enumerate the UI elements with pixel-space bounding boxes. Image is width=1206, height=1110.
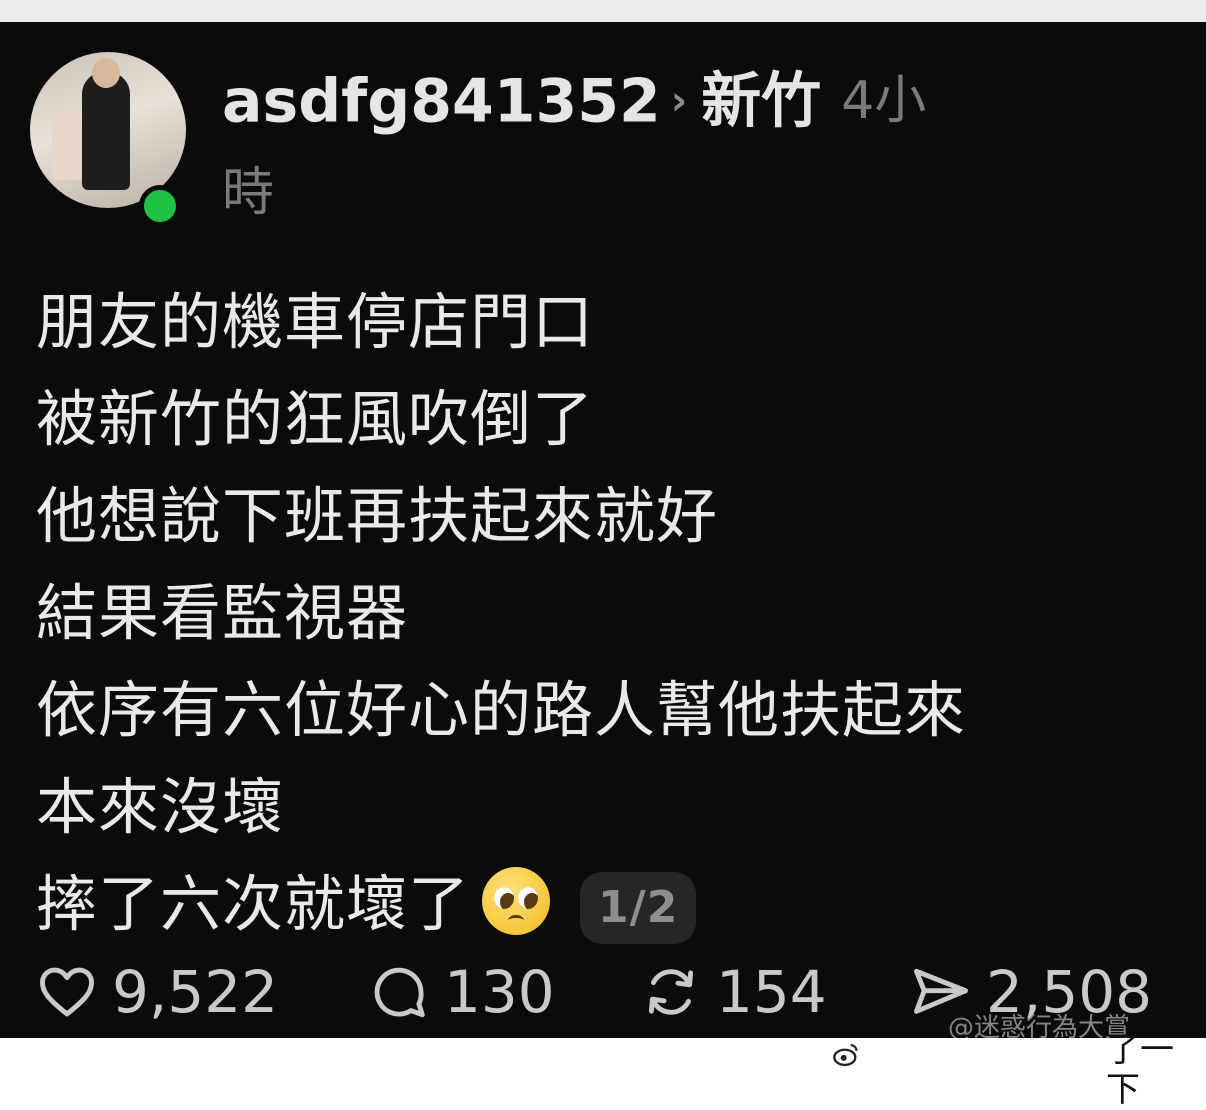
weibo-logo-icon xyxy=(833,1044,858,1067)
watermark-text: @迷惑行為大賞 xyxy=(948,1013,1131,1038)
post-time: 4小 xyxy=(841,71,927,132)
comment-bubble-icon xyxy=(374,967,425,1018)
topic-link[interactable]: 新竹 xyxy=(701,66,821,136)
repost-button[interactable]: 154 xyxy=(640,952,827,1032)
comment-count: 130 xyxy=(444,958,555,1026)
post-line: 本來沒壞 xyxy=(36,772,285,843)
avatar-photo-child xyxy=(52,110,82,180)
post-time-continued: 時 xyxy=(222,163,275,223)
top-strip xyxy=(0,0,1206,22)
post-line: 朋友的機車停店門口 xyxy=(36,287,595,358)
pleading-face-emoji-icon xyxy=(482,867,551,935)
post-last-line: 摔了六次就壞了 1/2 xyxy=(36,856,1176,953)
post-line: 結果看監視器 xyxy=(36,578,409,649)
page-indicator[interactable]: 1/2 xyxy=(580,872,697,945)
username-link[interactable]: asdfg841352 xyxy=(222,66,661,136)
chevron-right-icon: › xyxy=(670,78,688,125)
repost-count: 154 xyxy=(716,958,827,1026)
post-body: 朋友的機車停店門口 被新竹的狂風吹倒了 他想說下班再扶起來就好 結果看監視器 依… xyxy=(36,274,1176,953)
post-line: 依序有六位好心的路人幫他扶起來 xyxy=(36,675,967,746)
thread-post: asdfg841352 › 新竹 4小 時 朋友的機車停店門口 被新竹的狂風吹倒了 他… xyxy=(0,22,1206,1038)
online-status-dot xyxy=(139,185,181,227)
like-button[interactable]: 9,522 xyxy=(36,952,278,1032)
bottom-strip xyxy=(0,1038,1206,1070)
heart-icon xyxy=(40,967,94,1017)
repost-icon xyxy=(648,969,694,1015)
like-count: 9,522 xyxy=(112,958,279,1026)
post-line-text: 摔了六次就壞了 xyxy=(36,869,471,940)
avatar-photo-head xyxy=(92,58,120,88)
caption-text: 了一下 xyxy=(1106,1030,1174,1110)
comment-button[interactable]: 130 xyxy=(368,952,555,1032)
post-header: asdfg841352 › 新竹 4小 xyxy=(222,56,1042,143)
post-line: 他想說下班再扶起來就好 xyxy=(36,481,719,552)
post-line: 被新竹的狂風吹倒了 xyxy=(36,384,595,455)
avatar-photo-person xyxy=(82,72,130,190)
